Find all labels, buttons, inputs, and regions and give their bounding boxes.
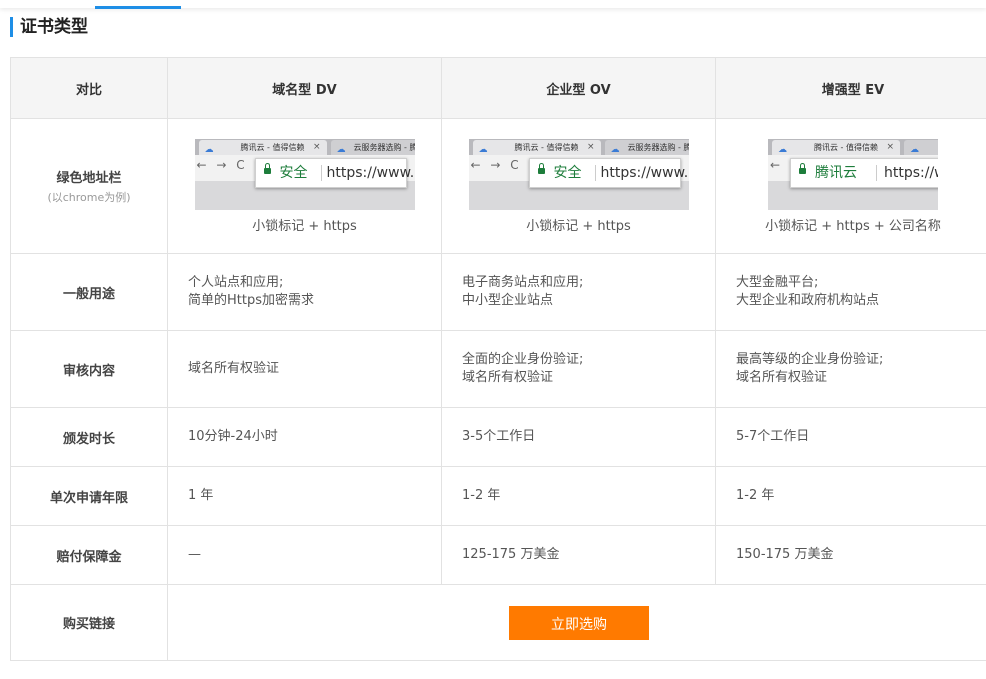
table-row-buy: 购买链接 立即选购	[10, 584, 986, 661]
address-bar-caption: 小锁标记 + https	[252, 218, 357, 234]
table-row: 一般用途 个人站点和应用; 简单的Https加密需求 电子商务站点和应用; 中小型企…	[10, 253, 986, 331]
row-label: 单次申请年限	[10, 466, 168, 526]
row-label: 审核内容	[10, 330, 168, 408]
buy-cell: 立即选购	[167, 584, 986, 661]
cell-ev: 1-2 年	[715, 466, 986, 526]
header-ov: 企业型 OV	[441, 57, 716, 119]
browser-tab: ☁ 腾讯云 - 值得信赖 ×	[772, 139, 900, 155]
cell-ov: 电子商务站点和应用; 中小型企业站点	[441, 253, 716, 331]
secure-label: 安全	[553, 164, 582, 181]
lock-icon	[263, 162, 271, 174]
browser-tab: ☁云服	[904, 139, 938, 155]
cloud-icon: ☁	[910, 144, 919, 155]
buy-now-button[interactable]: 立即选购	[509, 605, 649, 640]
row-label: 一般用途	[10, 253, 168, 331]
nav-arrows-icon: ← → C	[470, 157, 522, 172]
cloud-icon: ☁	[610, 144, 620, 155]
cell-dv: 1 年	[167, 466, 442, 526]
secure-label: 安全	[279, 164, 308, 181]
address-bar: 腾讯云 https://w	[790, 157, 938, 188]
close-icon: ×	[886, 141, 894, 152]
table-header-row: 对比 域名型 DV 企业型 OV 增强型 EV	[10, 57, 986, 119]
address-bar: 安全 https://www.m	[528, 157, 689, 188]
url-text: https://www.m	[600, 164, 689, 181]
address-bar-caption: 小锁标记 + https + 公司名称	[765, 218, 941, 234]
cell-ov: 125-175 万美金	[441, 525, 716, 585]
address-bar-dv: ☁ 腾讯云 - 值得信赖 × ☁ 云服务器选购 - 腾 ← → C 安全 https:…	[167, 118, 442, 254]
cell-dv: 个人站点和应用; 简单的Https加密需求	[167, 253, 442, 331]
cloud-icon: ☁	[204, 144, 214, 155]
browser-tab: ☁ 云服务器选购 - 腾	[330, 139, 415, 155]
row-sublabel: (以chrome为例)	[47, 191, 131, 204]
certificate-comparison-table: 对比 域名型 DV 企业型 OV 增强型 EV 绿色地址栏 (以chrome为例…	[10, 57, 986, 661]
cell-dv: 域名所有权验证	[167, 330, 442, 408]
browser-tab: ☁ 腾讯云 - 值得信赖 ×	[472, 139, 601, 155]
address-bar-ov: ☁ 腾讯云 - 值得信赖 × ☁ 云服务器选购 - 腾 ← → C 安全 https:…	[441, 118, 716, 254]
table-row: 赔付保障金 — 125-175 万美金 150-175 万美金	[10, 525, 986, 585]
cell-ov: 3-5个工作日	[441, 407, 716, 467]
nav-arrows-icon: ← → C	[196, 157, 248, 172]
browser-screenshot: ☁腾讯云 - 值得信赖× ☁云服 ← → C 腾讯云 https://w	[768, 138, 938, 210]
address-bar-ev: ☁腾讯云 - 值得信赖× ☁云服 ← → C 腾讯云 https://w 小锁标…	[715, 118, 986, 254]
secure-label: 腾讯云	[815, 164, 857, 181]
section-title: 证书类型	[10, 17, 88, 37]
table-row: 单次申请年限 1 年 1-2 年 1-2 年	[10, 466, 986, 526]
url-text: https://www.m	[326, 164, 415, 181]
browser-tab: ☁ 腾讯云 - 值得信赖 ×	[198, 139, 327, 155]
header-compare: 对比	[10, 57, 168, 119]
cloud-icon: ☁	[336, 144, 346, 155]
row-label: 绿色地址栏	[56, 171, 122, 186]
cell-ov: 全面的企业身份验证; 域名所有权验证	[441, 330, 716, 408]
cell-ov: 1-2 年	[441, 466, 716, 526]
url-text: https://w	[884, 164, 938, 181]
lock-icon	[799, 162, 806, 174]
table-row: 审核内容 域名所有权验证 全面的企业身份验证; 域名所有权验证 最高等级的企业身份…	[10, 330, 986, 408]
top-tab-bar	[0, 0, 986, 9]
address-bar-caption: 小锁标记 + https	[526, 218, 631, 234]
browser-screenshot: ☁ 腾讯云 - 值得信赖 × ☁ 云服务器选购 - 腾 ← → C 安全 https:…	[194, 138, 415, 210]
row-label: 颁发时长	[10, 407, 168, 467]
row-label: 赔付保障金	[10, 525, 168, 585]
header-dv: 域名型 DV	[167, 57, 442, 119]
address-bar: 安全 https://www.m	[254, 157, 415, 188]
close-icon: ×	[312, 141, 321, 152]
cell-ev: 150-175 万美金	[715, 525, 986, 585]
lock-icon	[537, 162, 545, 174]
close-icon: ×	[586, 141, 595, 152]
cell-dv: 10分钟-24小时	[167, 407, 442, 467]
cell-ev: 5-7个工作日	[715, 407, 986, 467]
browser-tab: ☁ 云服务器选购 - 腾	[604, 139, 689, 155]
cell-ev: 最高等级的企业身份验证; 域名所有权验证	[715, 330, 986, 408]
row-label-address-bar: 绿色地址栏 (以chrome为例)	[10, 118, 168, 254]
active-tab-indicator	[95, 6, 181, 9]
cell-dv: —	[167, 525, 442, 585]
table-row-address-bar: 绿色地址栏 (以chrome为例) ☁ 腾讯云 - 值得信赖 × ☁ 云服务器选购 -…	[10, 118, 986, 254]
browser-screenshot: ☁ 腾讯云 - 值得信赖 × ☁ 云服务器选购 - 腾 ← → C 安全 https:…	[468, 138, 689, 210]
cloud-icon: ☁	[778, 144, 787, 155]
row-label: 购买链接	[10, 584, 168, 661]
cloud-icon: ☁	[478, 144, 488, 155]
table-row: 颁发时长 10分钟-24小时 3-5个工作日 5-7个工作日	[10, 407, 986, 467]
cell-ev: 大型金融平台; 大型企业和政府机构站点	[715, 253, 986, 331]
header-ev: 增强型 EV	[715, 57, 986, 119]
